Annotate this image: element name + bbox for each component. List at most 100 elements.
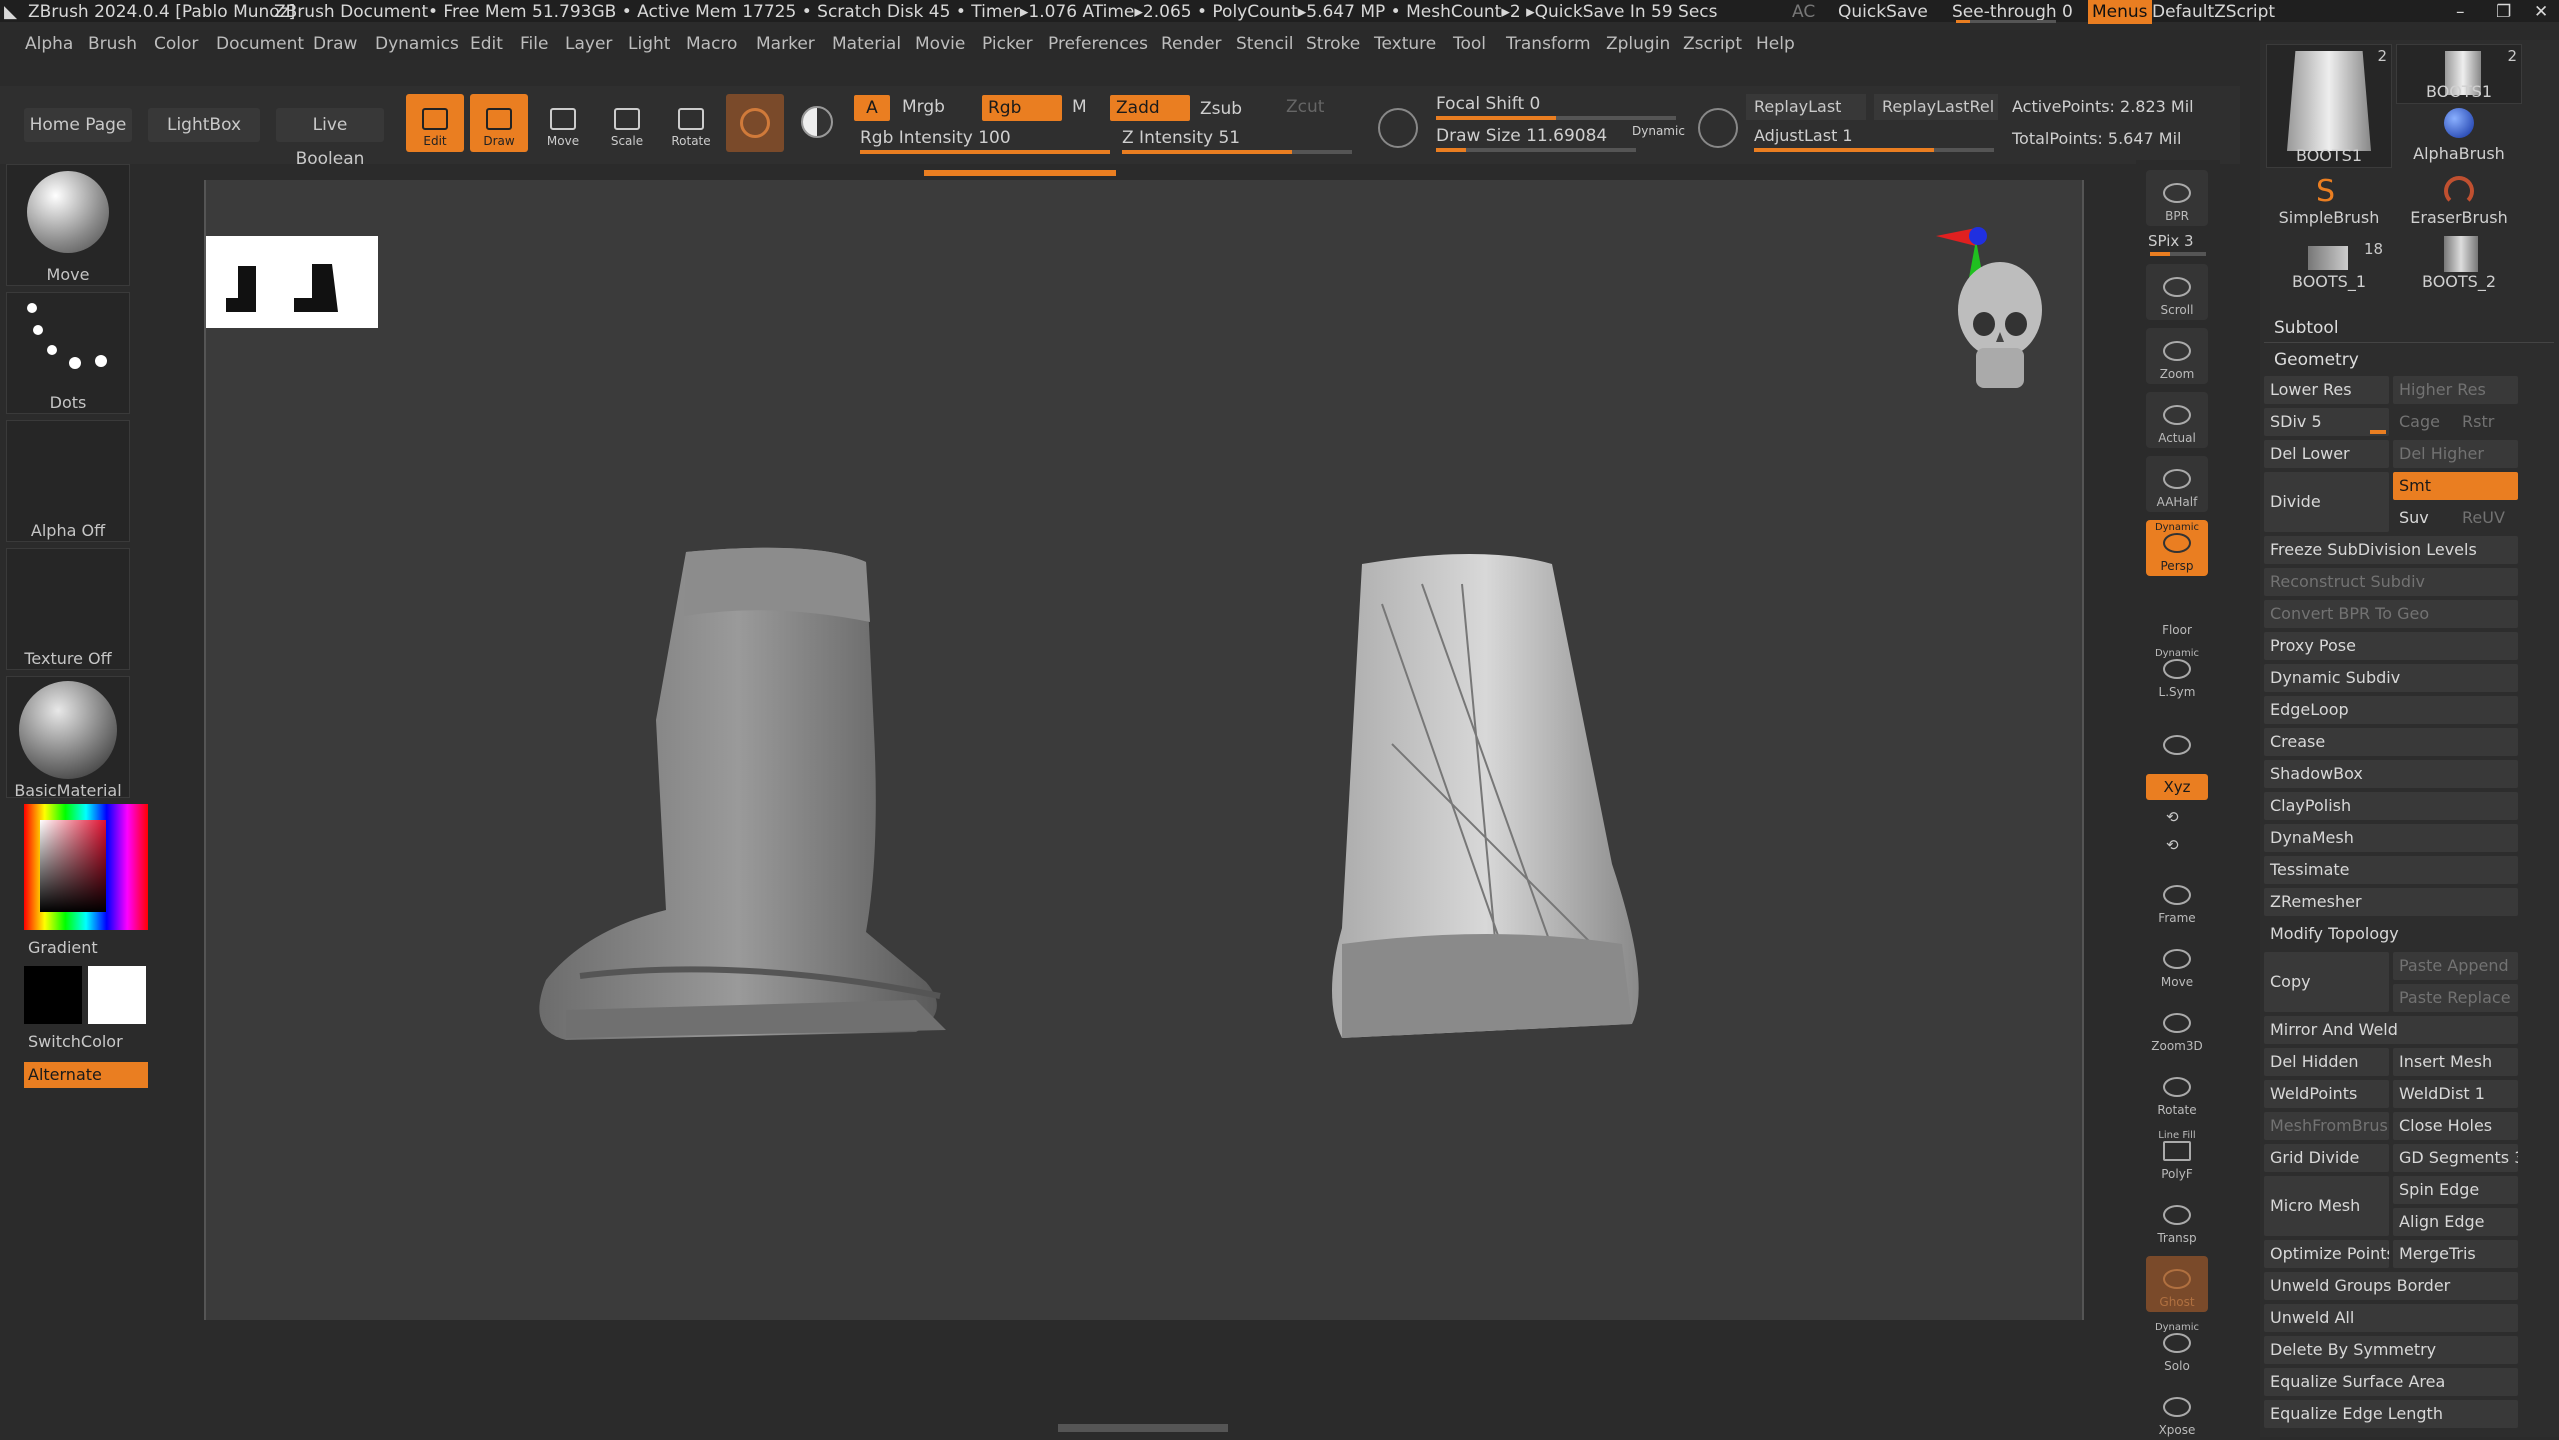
bpr-button[interactable]: BPR (2146, 170, 2208, 226)
tessimate-section[interactable]: Tessimate (2264, 856, 2518, 884)
mirror-and-weld-button[interactable]: Mirror And Weld (2264, 1016, 2518, 1044)
frame-button[interactable]: Frame (2146, 872, 2208, 928)
rotate-button[interactable]: Rotate (662, 94, 720, 152)
menu-document[interactable]: Document (216, 34, 304, 54)
transp-button[interactable]: Transp (2146, 1192, 2208, 1248)
aahalf-button[interactable]: AAHalf (2146, 456, 2208, 512)
z-intensity-slider[interactable] (1122, 150, 1352, 154)
menu-transform[interactable]: Transform (1506, 34, 1591, 54)
xyz-toggle[interactable]: Xyz (2146, 774, 2208, 800)
rotate-z-icon[interactable]: ⟲ (2166, 836, 2179, 854)
mesh-from-brush-button[interactable]: MeshFromBrush (2264, 1112, 2389, 1140)
subtool-section[interactable]: Subtool (2274, 318, 2339, 338)
menu-tool[interactable]: Tool (1453, 34, 1486, 54)
smt-toggle[interactable]: Smt (2393, 472, 2518, 500)
lower-res-button[interactable]: Lower Res (2264, 376, 2389, 404)
dynamic-size-toggle[interactable]: Dynamic (1632, 124, 1685, 138)
menu-alpha[interactable]: Alpha (25, 34, 73, 54)
material-mode-button[interactable] (726, 94, 784, 152)
see-through-slider[interactable]: See-through 0 (1952, 2, 2073, 22)
lsym-button[interactable]: Dynamic L.Sym (2146, 646, 2208, 702)
alternate-toggle[interactable]: Alternate (24, 1062, 148, 1088)
menu-help[interactable]: Help (1756, 34, 1795, 54)
replay-last-button[interactable]: ReplayLast (1746, 94, 1866, 120)
proxy-pose-section[interactable]: Proxy Pose (2264, 632, 2518, 660)
menu-light[interactable]: Light (628, 34, 670, 54)
claypolish-section[interactable]: ClayPolish (2264, 792, 2518, 820)
menu-zscript[interactable]: Zscript (1683, 34, 1742, 54)
primary-color-swatch[interactable] (24, 966, 82, 1024)
zremesher-section[interactable]: ZRemesher (2264, 888, 2518, 916)
menu-draw[interactable]: Draw (313, 34, 357, 54)
actual-button[interactable]: Actual (2146, 392, 2208, 448)
gradient-label[interactable]: Gradient (28, 938, 98, 957)
rstr-button[interactable]: Rstr (2456, 408, 2516, 436)
focal-shift-slider[interactable] (1436, 116, 1676, 120)
minimize-icon[interactable]: – (2456, 2, 2465, 22)
switch-color-button[interactable]: SwitchColor (28, 1032, 123, 1051)
gd-segments-slider[interactable]: GD Segments 3 (2393, 1144, 2518, 1172)
del-hidden-button[interactable]: Del Hidden (2264, 1048, 2389, 1076)
unweld-all-button[interactable]: Unweld All (2264, 1304, 2518, 1332)
eraserbrush-icon[interactable] (2444, 176, 2474, 206)
brush-selector[interactable]: Move (6, 164, 130, 286)
crease-section[interactable]: Crease (2264, 728, 2518, 756)
micro-mesh-button[interactable]: Micro Mesh (2264, 1176, 2389, 1236)
lazy-mouse-s-icon[interactable] (1378, 108, 1418, 148)
paste-append-button[interactable]: Paste Append (2393, 952, 2518, 980)
menu-movie[interactable]: Movie (915, 34, 965, 54)
live-boolean-button[interactable]: Live Boolean (276, 108, 384, 169)
boots-2-icon[interactable] (2444, 236, 2478, 272)
boots-1-icon[interactable] (2308, 246, 2348, 270)
zadd-toggle[interactable]: Zadd (1110, 95, 1190, 121)
texture-selector[interactable]: Texture Off (6, 548, 130, 670)
freeze-subdiv-button[interactable]: Freeze SubDivision Levels (2264, 536, 2518, 564)
move-button[interactable]: Move (534, 94, 592, 152)
scale-button[interactable]: Scale (598, 94, 656, 152)
material-selector[interactable]: BasicMaterial (6, 676, 130, 800)
menu-marker[interactable]: Marker (756, 34, 815, 54)
spin-edge-button[interactable]: Spin Edge (2393, 1176, 2518, 1204)
boot-mesh-sculpted[interactable] (536, 540, 1036, 1070)
solo-button[interactable]: Dynamic Solo (2146, 1320, 2208, 1376)
copy-button[interactable]: Copy (2264, 952, 2389, 1012)
close-icon[interactable]: ✕ (2534, 2, 2548, 22)
menu-material[interactable]: Material (832, 34, 901, 54)
boot-mesh-wrap[interactable] (1302, 544, 1802, 1064)
rotate-y-icon[interactable]: ⟲ (2166, 808, 2179, 826)
lock-button[interactable] (2146, 708, 2208, 764)
default-zscript-button[interactable]: DefaultZScript (2152, 2, 2275, 22)
zoom-button[interactable]: Zoom (2146, 328, 2208, 384)
paste-replace-button[interactable]: Paste Replace (2393, 984, 2518, 1012)
menu-render[interactable]: Render (1161, 34, 1222, 54)
menu-file[interactable]: File (520, 34, 548, 54)
spix-label[interactable]: SPix 3 (2148, 232, 2194, 250)
dynamic-subdiv-section[interactable]: Dynamic Subdiv (2264, 664, 2518, 692)
grid-divide-button[interactable]: Grid Divide (2264, 1144, 2389, 1172)
secondary-color-swatch[interactable] (88, 966, 146, 1024)
home-page-button[interactable]: Home Page (24, 108, 132, 142)
draw-button[interactable]: Draw (470, 94, 528, 152)
delete-by-symmetry-button[interactable]: Delete By Symmetry (2264, 1336, 2518, 1364)
weld-points-button[interactable]: WeldPoints (2264, 1080, 2389, 1108)
rotate-view-button[interactable]: Rotate (2146, 1064, 2208, 1120)
zsub-toggle[interactable]: Zsub (1200, 99, 1242, 119)
menu-stroke[interactable]: Stroke (1306, 34, 1360, 54)
insert-mesh-button[interactable]: Insert Mesh (2393, 1048, 2518, 1076)
reconstruct-subdiv-button[interactable]: Reconstruct Subdiv (2264, 568, 2518, 596)
edit-button[interactable]: Edit (406, 94, 464, 152)
menu-color[interactable]: Color (154, 34, 198, 54)
viewport-canvas[interactable] (204, 180, 2084, 1320)
stroke-selector[interactable]: Dots (6, 292, 130, 414)
rgb-intensity-slider[interactable] (860, 150, 1110, 154)
equalize-surface-area-button[interactable]: Equalize Surface Area (2264, 1368, 2518, 1396)
menu-preferences[interactable]: Preferences (1048, 34, 1148, 54)
menus-toggle[interactable]: Menus (2088, 0, 2152, 24)
move-view-button[interactable]: Move (2146, 936, 2208, 992)
menu-macro[interactable]: Macro (686, 34, 737, 54)
persp-button[interactable]: Dynamic Persp (2146, 520, 2208, 576)
texture-sphere-button[interactable] (792, 98, 842, 148)
optimize-points-button[interactable]: Optimize Points (2264, 1240, 2389, 1268)
simplebrush-icon[interactable]: S (2316, 174, 2335, 209)
lightbox-button[interactable]: LightBox (148, 108, 260, 142)
